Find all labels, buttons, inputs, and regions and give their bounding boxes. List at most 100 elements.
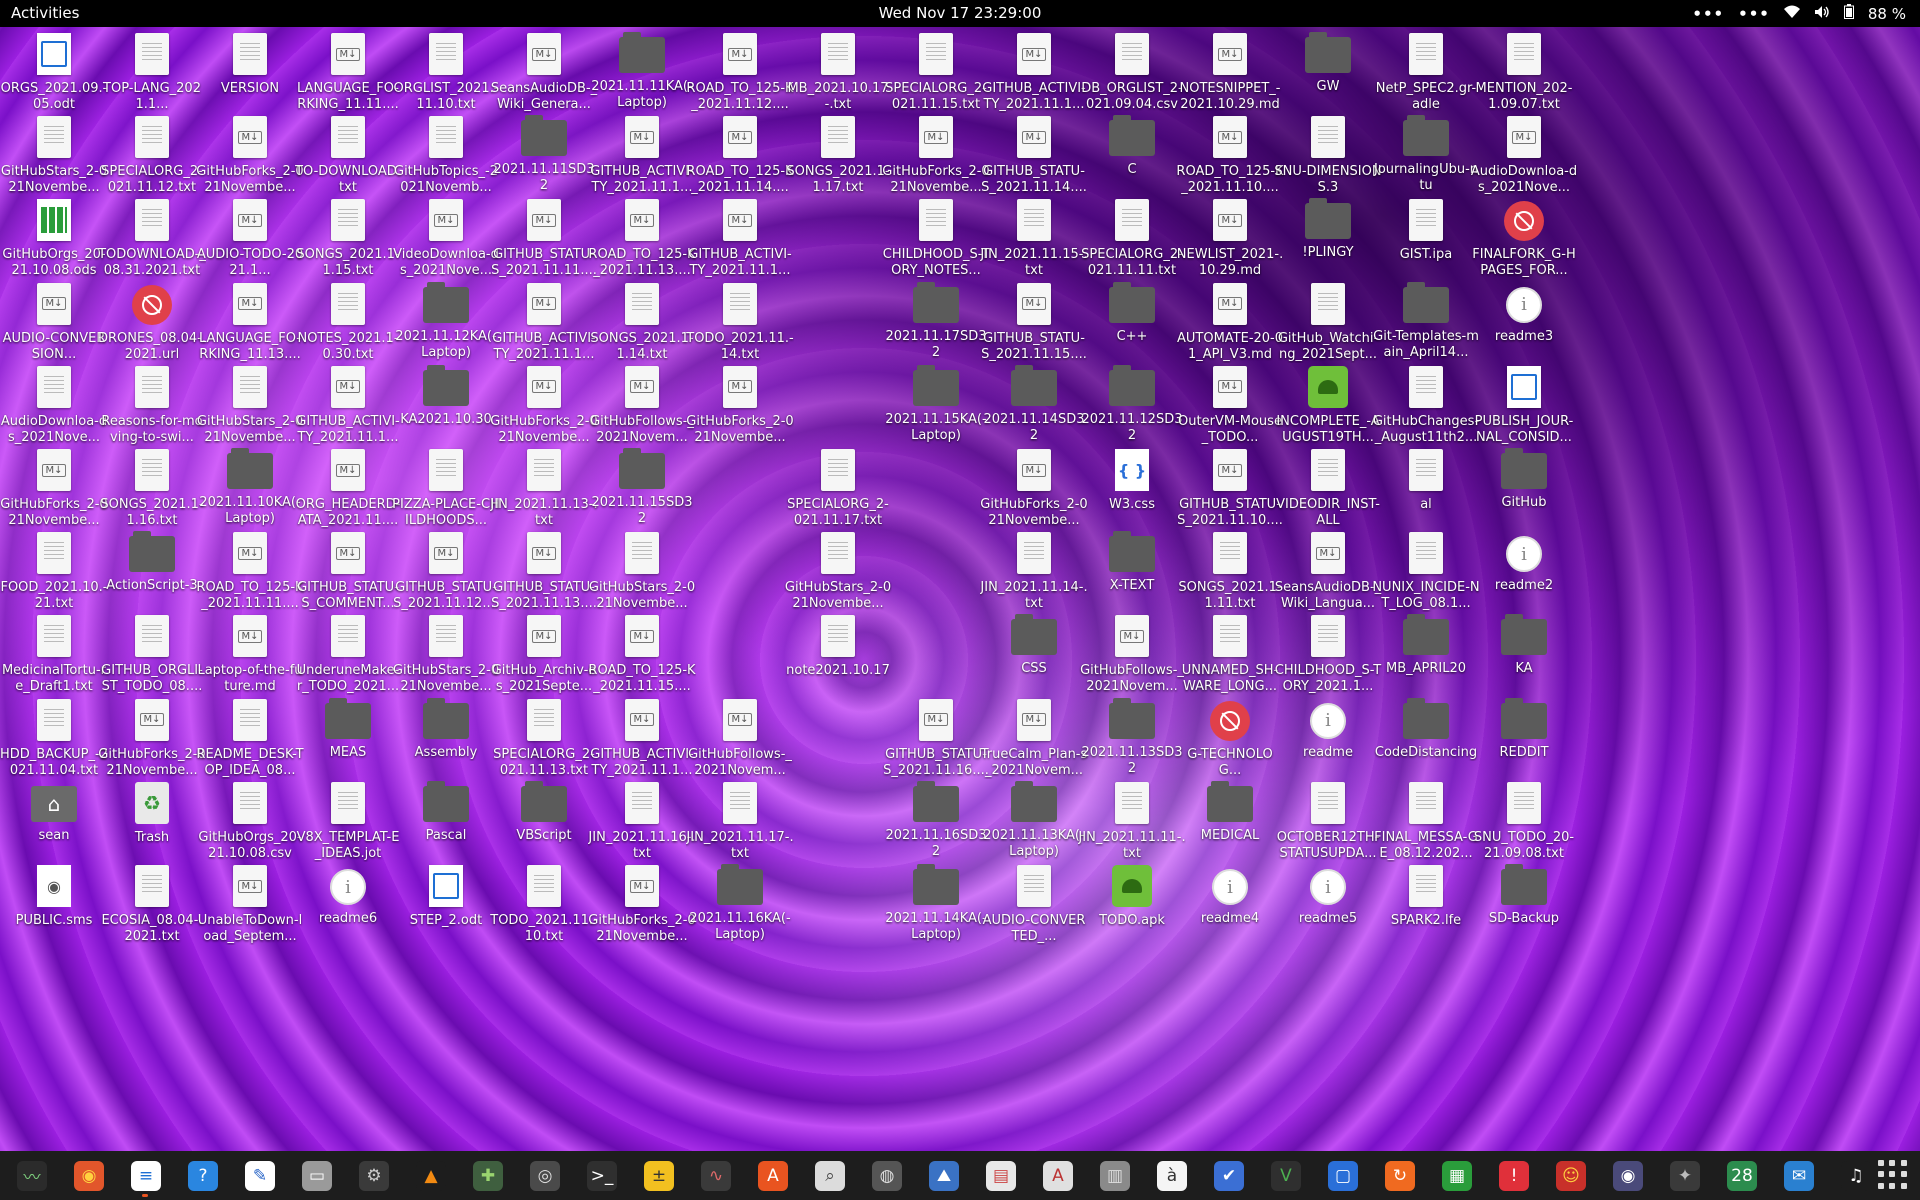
desktop-icon-label: VIDEODIR_INST-ALL (1276, 497, 1380, 528)
firefox-launcher[interactable]: ◉ (65, 1155, 113, 1197)
photos-launcher[interactable]: ⛰ (920, 1155, 968, 1197)
webcam-launcher[interactable]: ◉ (1604, 1155, 1652, 1197)
desktop-icon-label: REDDIT (1499, 744, 1549, 760)
desktop-icon[interactable]: TODO_2021.11.-10.txt (489, 859, 599, 961)
md-file-icon (723, 365, 757, 408)
folder-file-icon (1305, 32, 1351, 73)
battery-icon[interactable] (1843, 4, 1854, 23)
archive-icon: ▥ (1100, 1160, 1130, 1191)
vim-launcher[interactable]: V (1262, 1155, 1310, 1197)
desktop-icon[interactable]: ECOSIA_08.04-.2021.txt (97, 859, 207, 961)
desktop-icon[interactable]: readme4 (1175, 859, 1285, 961)
file-file-icon (1507, 33, 1541, 75)
md-file-icon (527, 615, 561, 658)
disk-launcher[interactable]: ◍ (863, 1155, 911, 1197)
desktop-icon-label: SNU-DIMENSIONS.3 (1274, 164, 1382, 196)
chat-launcher[interactable]: ✉ (1775, 1155, 1823, 1197)
desktop-icon-label: PUBLIC.sms (15, 913, 93, 928)
desktop-icon[interactable]: TODO.apk (1077, 859, 1187, 961)
desktop-icon[interactable]: SPARK2.lfe (1371, 859, 1481, 961)
screen-launcher[interactable]: ▢ (1319, 1155, 1367, 1197)
md-file-icon (625, 365, 659, 408)
calculator-launcher[interactable]: ± (635, 1155, 683, 1197)
settings-launcher[interactable]: ⚙ (350, 1155, 398, 1197)
battery-percentage: 88 % (1867, 4, 1906, 23)
folder-file-icon (1501, 614, 1547, 656)
tray-overflow-icon[interactable]: ••• (1738, 5, 1770, 23)
archive-launcher[interactable]: ▥ (1091, 1155, 1139, 1197)
desktop-icon-label: MEDICAL (1200, 827, 1260, 843)
desktop-icon[interactable]: STEP_2.odt (391, 859, 501, 961)
desktop-icon[interactable]: readme5 (1273, 859, 1383, 961)
desktop-icon-label: CodeDistancing (1374, 744, 1478, 760)
desktop-icon[interactable]: SD-Backup (1469, 859, 1579, 961)
file-file-icon (1017, 865, 1051, 907)
terminal-launcher[interactable]: >_ (578, 1155, 626, 1197)
desktop-icon[interactable]: PUBLIC.sms (0, 859, 109, 961)
show-applications-icon[interactable] (1878, 1160, 1908, 1190)
wifi-icon[interactable] (1783, 5, 1800, 23)
calendar-launcher[interactable]: 28 (1718, 1155, 1766, 1197)
volume-icon[interactable] (1814, 5, 1830, 23)
spreadsheet-launcher[interactable]: ▦ (1433, 1155, 1481, 1197)
md-file-icon (723, 199, 757, 242)
folder-file-icon (1403, 614, 1449, 656)
backup-launcher[interactable]: ↻ (1376, 1155, 1424, 1197)
desktop-icon[interactable]: 2021.11.16KA(-Laptop) (685, 859, 795, 961)
clock-button[interactable]: Wed Nov 17 23:29:00 (879, 4, 1042, 22)
desktop-icon[interactable]: GitHubForks_2-021Novembe... (685, 360, 795, 462)
mario-launcher[interactable]: ☺ (1547, 1155, 1595, 1197)
desktop-icon[interactable]: SONGS_2021.1-1.17.txt (783, 110, 893, 212)
file-file-icon (135, 33, 169, 75)
folder-file-icon (717, 864, 763, 905)
files-launcher[interactable]: ▭ (293, 1155, 341, 1197)
puzzle-launcher[interactable]: ✚ (464, 1155, 512, 1197)
desktop-icon-label: HDD_BACKUP_-2021.11.04.txt (0, 746, 108, 778)
desktop-icon-label: TrueCalm_Plan-s_2021Novem... (980, 746, 1088, 778)
image-viewer-launcher[interactable]: ⌕ (806, 1155, 854, 1197)
desktop-icon[interactable]: UnableToDown-load_Septem... (195, 859, 305, 961)
alert-launcher[interactable]: ! (1490, 1155, 1538, 1197)
file-file-icon (1311, 615, 1345, 658)
desktop-icon-label: GitHub_Watchi-ng_2021Sept... (1277, 330, 1379, 362)
character-map-launcher[interactable]: à (1148, 1155, 1196, 1197)
desktop-icon[interactable]: readme6 (293, 859, 403, 961)
help-launcher[interactable]: ? (179, 1155, 227, 1197)
desktop-icon[interactable]: GitHubForks_2-021Novembe... (587, 859, 697, 961)
software-properties-launcher[interactable]: ◎ (521, 1155, 569, 1197)
desktop-icon-label: NetP_SPEC2.gr-adle (1375, 81, 1477, 112)
todo-launcher[interactable]: ✔ (1205, 1155, 1253, 1197)
disk-icon: ◍ (872, 1160, 902, 1191)
desktop-icon-label: KA2021.10.30 (400, 411, 492, 427)
font-viewer-launcher[interactable]: A (1034, 1155, 1082, 1197)
desktop-icon[interactable]: 2021.11.15KA(-Laptop) (881, 360, 991, 462)
text-editor-launcher[interactable]: ✎ (236, 1155, 284, 1197)
calendar-icon: 28 (1727, 1160, 1757, 1191)
dock: 〰 ◉ ≡? ✎ ▭ ⚙ ▲ ✚ ◎ >_ ± ∿ A ⌕ ◍ ⛰ ▤ A ▥ à ✔ V ▢ ↻ ▦! ☺ ◉ ✦ 28 ✉ ♫ (0, 1151, 1920, 1200)
desktop-icon-label: V8X_TEMPLAT-E_IDEAS.jot (296, 829, 400, 861)
desktop-icon-label: GitHubForks_2-021Novembe... (588, 913, 696, 944)
document-scanner-launcher[interactable]: ▤ (977, 1155, 1025, 1197)
desktop-icon-label: SD-Backup (1488, 911, 1560, 926)
music-launcher[interactable]: ♫ (1832, 1155, 1880, 1197)
desktop-icon[interactable]: 2021.11.14KA(-Laptop) (881, 859, 991, 961)
file-file-icon (1409, 199, 1443, 242)
desktop-icon-label: NEWLIST_2021-.10.29.md (1176, 247, 1284, 279)
system-monitor-launcher[interactable]: 〰 (8, 1155, 56, 1197)
desktop-icon[interactable]: AUDIO-CONVERTED_... (979, 859, 1089, 961)
vlc-launcher[interactable]: ▲ (407, 1155, 455, 1197)
writer-launcher[interactable]: ≡ (122, 1155, 170, 1197)
desktop-icon-label: GitHub_Archiv-es_2021Septe... (491, 663, 597, 695)
desktop[interactable]: ORGS_2021.09.-05.odt TOP-LANG_2021.1... VE… (0, 27, 1920, 1151)
tray-menu-icon[interactable]: ••• (1692, 5, 1724, 23)
file-file-icon (331, 615, 365, 658)
pulse-launcher[interactable]: ∿ (692, 1155, 740, 1197)
app-store-launcher[interactable]: A (749, 1155, 797, 1197)
activities-button[interactable]: Activities (11, 4, 79, 22)
desktop-icon-label: GITHUB_STATU-S_2021.11.10.... (1177, 497, 1283, 528)
file-file-icon (1409, 449, 1443, 491)
desktop-icon-label: ROAD_TO_125-K_2021.11.13.... (588, 247, 696, 279)
gimp-launcher[interactable]: ✦ (1661, 1155, 1709, 1197)
desktop-icon[interactable]: note2021.10.17 (783, 609, 893, 711)
desktop-icon-label: 2021.11.16KA(-Laptop) (689, 911, 791, 942)
